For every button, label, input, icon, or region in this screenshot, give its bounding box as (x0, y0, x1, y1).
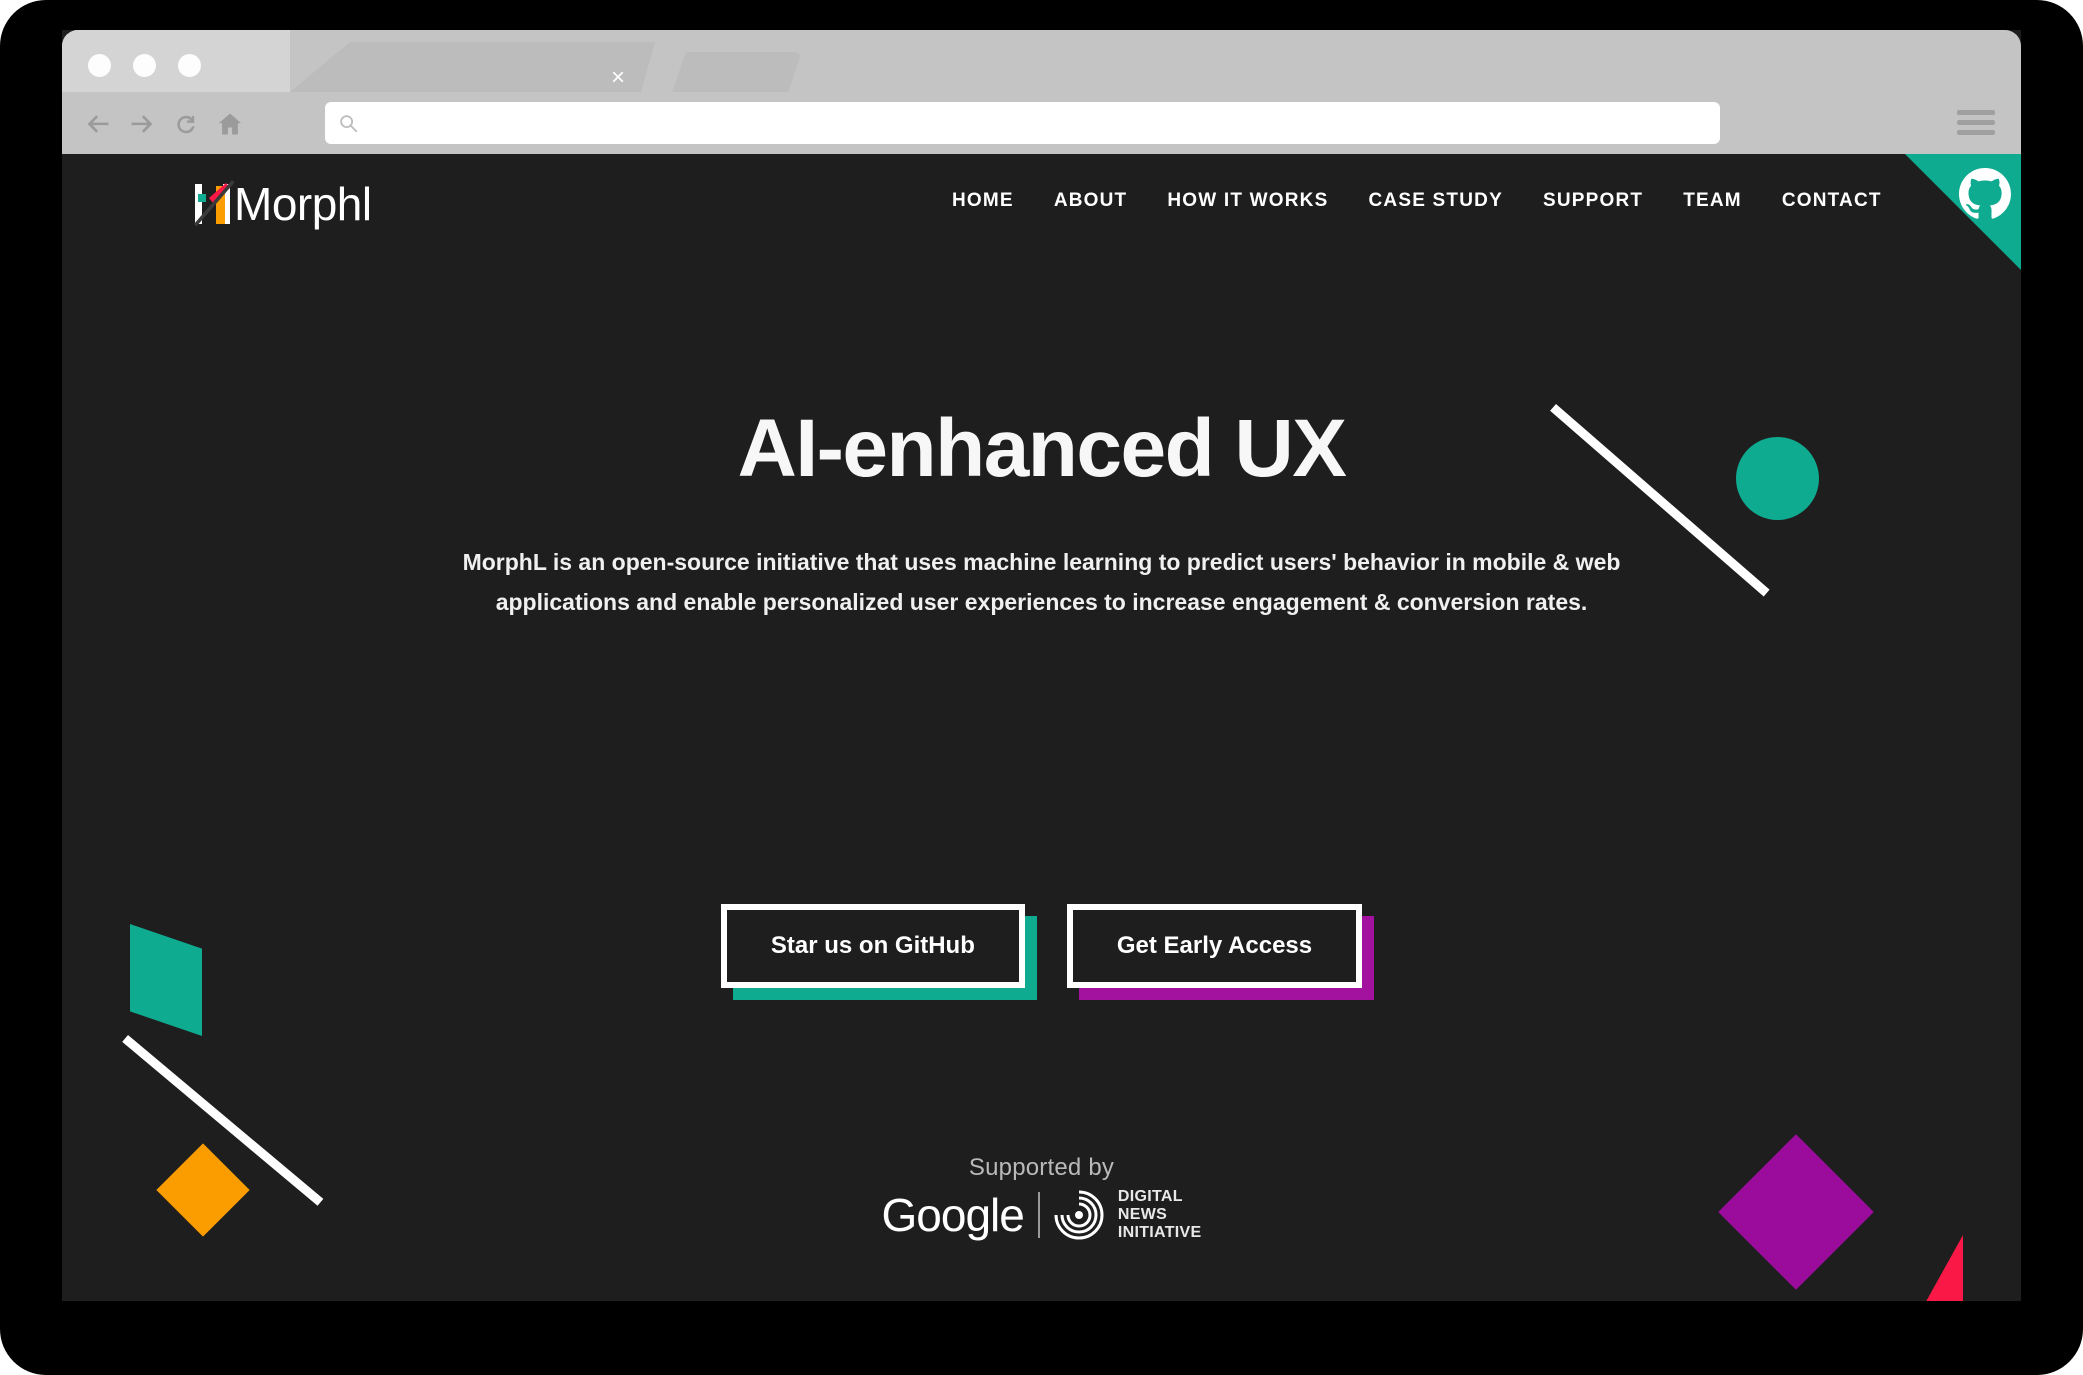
nav-link-about[interactable]: ABOUT (1054, 190, 1128, 212)
window-close-dot[interactable] (88, 54, 111, 77)
browser-screen: × Morphl HOME ABOUT HOW IT WORKS CASE ST… (62, 30, 2021, 1301)
nav-link-support[interactable]: SUPPORT (1543, 190, 1643, 212)
search-icon (337, 112, 359, 134)
forward-arrow-icon[interactable] (128, 110, 156, 138)
nav-link-home[interactable]: HOME (952, 190, 1014, 212)
browser-toolbar (62, 92, 2021, 154)
device-frame: × Morphl HOME ABOUT HOW IT WORKS CASE ST… (0, 0, 2083, 1375)
nav-link-contact[interactable]: CONTACT (1782, 190, 1882, 212)
browser-tab-active[interactable] (290, 42, 655, 92)
window-controls-area (62, 30, 290, 92)
hamburger-menu-icon[interactable] (1957, 110, 1995, 136)
address-bar[interactable] (325, 102, 1720, 144)
hero-section: AI-enhanced UX MorphL is an open-source … (62, 403, 2021, 623)
site-logo[interactable]: Morphl (192, 176, 372, 232)
address-bar-input[interactable] (371, 102, 1711, 144)
hero-subtitle: MorphL is an open-source initiative that… (462, 549, 1621, 616)
dni-spiral-icon (1054, 1190, 1104, 1240)
dni-line-3: INITIATIVE (1117, 1223, 1202, 1241)
dni-wordmark: DIGITAL NEWS INITIATIVE (1118, 1188, 1202, 1242)
browser-chrome: × (62, 30, 2021, 154)
reload-icon[interactable] (172, 110, 200, 138)
decorative-red-parallelogram (1907, 1235, 1963, 1301)
morphl-m-mark-icon (192, 176, 238, 232)
supported-by-logos: Google DIGITAL NEWS INITIATIVE (62, 1188, 2021, 1242)
web-page-content: Morphl HOME ABOUT HOW IT WORKS CASE STUD… (62, 154, 2021, 1301)
window-maximize-dot[interactable] (178, 54, 201, 77)
star-us-on-github-button[interactable]: Star us on GitHub (720, 904, 1025, 988)
hero-button-group: Star us on GitHub Get Early Access (62, 904, 2021, 988)
tab-strip: × (62, 30, 2021, 92)
dni-line-2: NEWS (1117, 1205, 1168, 1223)
dni-line-1: DIGITAL (1117, 1188, 1183, 1205)
nav-link-team[interactable]: TEAM (1683, 190, 1742, 212)
tab-close-icon[interactable]: × (605, 65, 631, 91)
supported-by-section: Supported by Google DIGITAL NEWS INITIAT… (62, 1154, 2021, 1242)
nav-link-case-study[interactable]: CASE STUDY (1368, 190, 1502, 212)
google-wordmark: Google (881, 1188, 1025, 1241)
back-arrow-icon[interactable] (84, 110, 112, 138)
browser-tab-inactive[interactable] (672, 52, 802, 92)
window-minimize-dot[interactable] (133, 54, 156, 77)
supported-by-label: Supported by (968, 1154, 1115, 1181)
logo-divider (1037, 1191, 1040, 1238)
site-logo-text: Morphl (234, 178, 372, 230)
get-early-access-button[interactable]: Get Early Access (1066, 904, 1363, 988)
main-navigation: HOME ABOUT HOW IT WORKS CASE STUDY SUPPO… (952, 190, 1882, 212)
home-icon[interactable] (216, 110, 244, 138)
nav-link-how-it-works[interactable]: HOW IT WORKS (1167, 190, 1328, 212)
hero-title: AI-enhanced UX (737, 403, 1347, 494)
site-header: Morphl HOME ABOUT HOW IT WORKS CASE STUD… (62, 154, 2021, 254)
